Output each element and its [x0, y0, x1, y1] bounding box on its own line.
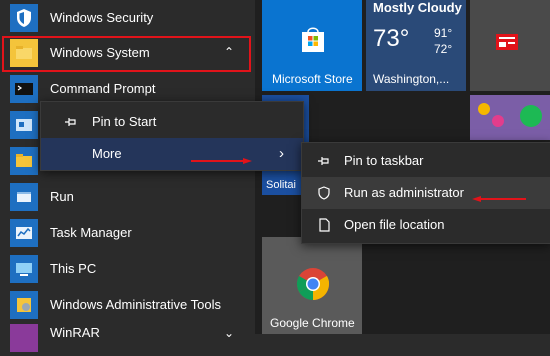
tile-label: Google Chrome: [270, 316, 355, 330]
red-arrow-annotation: [472, 190, 526, 205]
menu-item-more[interactable]: More ›: [41, 138, 303, 170]
candy-icon: [492, 115, 504, 127]
chevron-right-icon: ›: [279, 145, 284, 162]
weather-high: 91°: [434, 26, 453, 40]
tile-news[interactable]: [470, 0, 550, 91]
app-label: Run: [50, 189, 74, 204]
weather-condition: Mostly Cloudy: [373, 0, 462, 15]
tile-microsoft-store[interactable]: Microsoft Store: [262, 0, 362, 91]
app-winrar[interactable]: WinRAR ⌄: [0, 320, 255, 356]
menu-item-label: Run as administrator: [344, 185, 464, 200]
weather-city: Washington,...: [373, 72, 450, 86]
store-bag-icon: [298, 24, 328, 54]
admin-tools-icon: [10, 291, 38, 319]
menu-item-pin-to-start[interactable]: Pin to Start: [41, 106, 303, 138]
chevron-down-icon[interactable]: ⌄: [224, 320, 234, 346]
pin-icon: [63, 114, 79, 133]
menu-item-run-as-administrator[interactable]: Run as administrator: [302, 177, 550, 209]
pin-icon: [316, 153, 332, 172]
app-label: Task Manager: [50, 225, 132, 240]
weather-temp: 73°: [373, 25, 410, 52]
menu-item-label: Pin to taskbar: [344, 153, 424, 168]
run-icon: [10, 183, 38, 211]
tile-candy-crush[interactable]: [470, 95, 550, 140]
tile-weather[interactable]: Mostly Cloudy 73° 91° 72° Washington,...: [366, 0, 466, 91]
app-windows-system[interactable]: Windows System ⌃: [0, 35, 255, 72]
winrar-icon: [10, 324, 38, 352]
app-windows-administrative-tools[interactable]: Windows Administrative Tools: [0, 287, 255, 323]
folder-icon: [10, 39, 38, 67]
chrome-icon: [296, 267, 330, 301]
app-label: Windows Administrative Tools: [50, 297, 221, 312]
menu-item-label: Open file location: [344, 217, 445, 232]
menu-item-open-file-location[interactable]: Open file location: [302, 209, 550, 241]
app-label: Windows System: [50, 45, 150, 60]
app-label: This PC: [50, 261, 97, 276]
context-menu: Pin to Start More ›: [40, 101, 304, 171]
chevron-up-icon[interactable]: ⌃: [224, 35, 234, 69]
control-panel-icon: [10, 111, 38, 139]
spotify-icon: [520, 105, 542, 127]
tile-label: Microsoft Store: [272, 72, 353, 86]
shield-icon: [316, 185, 332, 204]
app-task-manager[interactable]: Task Manager: [0, 215, 255, 251]
app-label: Windows Security: [50, 10, 154, 25]
file-explorer-icon: [10, 147, 38, 175]
tile-label: Solitai: [266, 179, 296, 191]
app-label: WinRAR: [50, 325, 100, 340]
file-icon: [316, 217, 332, 236]
computer-icon: [10, 255, 38, 283]
menu-item-label: Pin to Start: [92, 114, 157, 129]
more-submenu: Pin to taskbar Run as administrator Open…: [301, 142, 550, 244]
candy-icon: [478, 103, 490, 115]
command-prompt-icon: [10, 75, 38, 103]
app-windows-security[interactable]: Windows Security: [0, 0, 255, 36]
shield-icon: [10, 4, 38, 32]
menu-item-pin-to-taskbar[interactable]: Pin to taskbar: [302, 145, 550, 177]
app-run[interactable]: Run: [0, 179, 255, 215]
weather-low: 72°: [434, 42, 453, 56]
news-icon: [496, 34, 518, 50]
task-manager-icon: [10, 219, 38, 247]
red-arrow-annotation: [191, 152, 253, 167]
app-this-pc[interactable]: This PC: [0, 251, 255, 287]
tile-google-chrome[interactable]: Google Chrome: [262, 237, 362, 334]
menu-item-label: More: [92, 146, 122, 161]
